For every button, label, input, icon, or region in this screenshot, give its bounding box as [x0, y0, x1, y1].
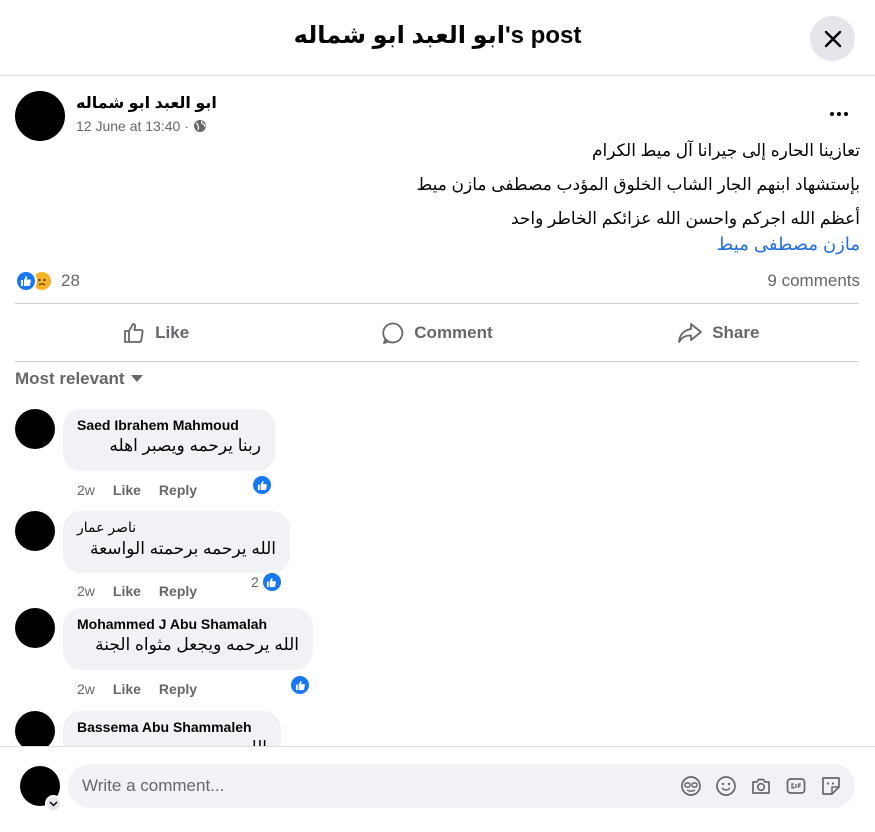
- camera-icon[interactable]: [750, 775, 772, 797]
- post-meta: 12 June at 13:40 ·: [76, 118, 207, 134]
- caret-down-icon: [130, 375, 143, 382]
- close-button[interactable]: [810, 16, 855, 61]
- comment-reply-button[interactable]: Reply: [159, 583, 197, 599]
- avatar-sticker-icon[interactable]: [680, 775, 702, 797]
- post-timestamp[interactable]: 12 June at 13:40 ·: [76, 118, 189, 134]
- comment-composer: [0, 746, 875, 832]
- emoji-icon[interactable]: [715, 775, 737, 797]
- comment-actions: 2w Like Reply: [77, 681, 197, 697]
- post-text: تعازينا الحاره إلى جيرانا آل ميط الكرام …: [160, 134, 860, 236]
- share-icon: [678, 322, 703, 343]
- comment-bubble: ناصر عمار الله يرحمه برحمته الواسعة: [63, 511, 290, 573]
- comment-like-button[interactable]: Like: [113, 583, 141, 599]
- commenter-avatar[interactable]: [15, 511, 55, 551]
- post-action-bar: Like Comment Share: [15, 303, 859, 362]
- like-reaction-icon: [260, 571, 283, 593]
- like-reaction-icon: [289, 674, 311, 696]
- reactions-summary[interactable]: 28: [15, 268, 80, 294]
- comment-like-button[interactable]: Like: [113, 482, 141, 498]
- comment-item: Saed Ibrahem Mahmoud ربنا يرحمه ويصبر اه…: [15, 409, 415, 509]
- commenter-avatar[interactable]: [15, 608, 55, 648]
- comment-reactions[interactable]: [287, 674, 311, 696]
- comment-item: Mohammed J Abu Shamalah الله يرحمه ويجعل…: [15, 608, 415, 708]
- profile-switch-button[interactable]: [45, 795, 62, 812]
- post-line: بإستشهاد ابنهم الجار الشاب الخلوق المؤدب…: [416, 175, 860, 194]
- like-label: Like: [155, 322, 190, 342]
- comment-actions: 2w Like Reply: [77, 482, 197, 498]
- composer-tools: [680, 775, 842, 797]
- comment-reactions[interactable]: 2: [251, 571, 283, 593]
- commenter-avatar[interactable]: [15, 711, 55, 746]
- close-icon: [824, 30, 841, 47]
- like-reaction-icon: [251, 474, 273, 496]
- sticker-icon[interactable]: [820, 775, 842, 797]
- commenter-avatar[interactable]: [15, 409, 55, 449]
- post-author-name[interactable]: ابو العبد ابو شماله: [76, 93, 217, 113]
- reaction-count: 28: [61, 271, 80, 290]
- dialog-header: ابو العبد ابو شماله's post: [0, 0, 875, 76]
- comment-text: ربنا يرحمه ويصبر اهله: [109, 436, 261, 455]
- comment-button[interactable]: Comment: [296, 304, 577, 361]
- share-button[interactable]: Share: [578, 304, 859, 361]
- tagged-person-link[interactable]: مازن مصطفى ميط: [717, 234, 860, 255]
- comment-label: Comment: [414, 322, 493, 342]
- sort-label: Most relevant: [15, 369, 125, 388]
- like-reaction-icon: [15, 270, 37, 292]
- comment-like-button[interactable]: Like: [113, 681, 141, 697]
- share-label: Share: [712, 322, 760, 342]
- comment-age[interactable]: 2w: [77, 681, 95, 697]
- post-line: تعازينا الحاره إلى جيرانا آل ميط الكرام: [592, 141, 860, 160]
- comments-list: Saed Ibrahem Mahmoud ربنا يرحمه ويصبر اه…: [0, 395, 875, 746]
- comment-icon: [382, 322, 404, 344]
- comment-bubble: Bassema Abu Shammaleh الله يرحمه: [63, 711, 281, 746]
- comment-text: الله يرحمه: [77, 738, 267, 746]
- dialog-title: ابو العبد ابو شماله's post: [293, 22, 582, 49]
- comment-author[interactable]: Mohammed J Abu Shamalah: [77, 616, 299, 632]
- comment-sort-dropdown[interactable]: Most relevant: [15, 369, 143, 389]
- comment-age[interactable]: 2w: [77, 583, 95, 599]
- globe-icon: [193, 120, 206, 132]
- comment-text: الله يرحمه ويجعل مثواه الجنة: [95, 635, 299, 654]
- comment-author[interactable]: Saed Ibrahem Mahmoud: [77, 417, 261, 433]
- like-icon: [124, 322, 144, 343]
- more-dot: [844, 112, 848, 116]
- comment-bubble: Saed Ibrahem Mahmoud ربنا يرحمه ويصبر اه…: [63, 409, 275, 471]
- comment-item: ناصر عمار الله يرحمه برحمته الواسعة 2w L…: [15, 511, 415, 611]
- more-options-button[interactable]: [824, 104, 854, 124]
- comment-reply-button[interactable]: Reply: [159, 681, 197, 697]
- comment-count[interactable]: 9 comments: [767, 271, 860, 291]
- comment-bubble: Mohammed J Abu Shamalah الله يرحمه ويجعل…: [63, 608, 313, 670]
- like-button[interactable]: Like: [15, 304, 296, 361]
- comment-text: الله يرحمه برحمته الواسعة: [89, 539, 276, 558]
- more-dot: [837, 112, 841, 116]
- comment-author[interactable]: Bassema Abu Shammaleh: [77, 719, 267, 735]
- comment-actions: 2w Like Reply: [77, 583, 197, 599]
- comment-reaction-count: 2: [251, 574, 259, 590]
- comment-reactions[interactable]: [249, 474, 273, 496]
- comment-age[interactable]: 2w: [77, 482, 95, 498]
- author-avatar[interactable]: [15, 91, 65, 141]
- comment-author[interactable]: ناصر عمار: [77, 519, 276, 536]
- comment-reply-button[interactable]: Reply: [159, 482, 197, 498]
- gif-icon[interactable]: [785, 775, 807, 797]
- more-dot: [830, 112, 834, 116]
- post-line: أعظم الله اجركم واحسن الله عزائكم الخاطر…: [510, 209, 860, 228]
- comment-item: Bassema Abu Shammaleh الله يرحمه: [15, 711, 415, 746]
- chevron-down-icon: [49, 800, 58, 807]
